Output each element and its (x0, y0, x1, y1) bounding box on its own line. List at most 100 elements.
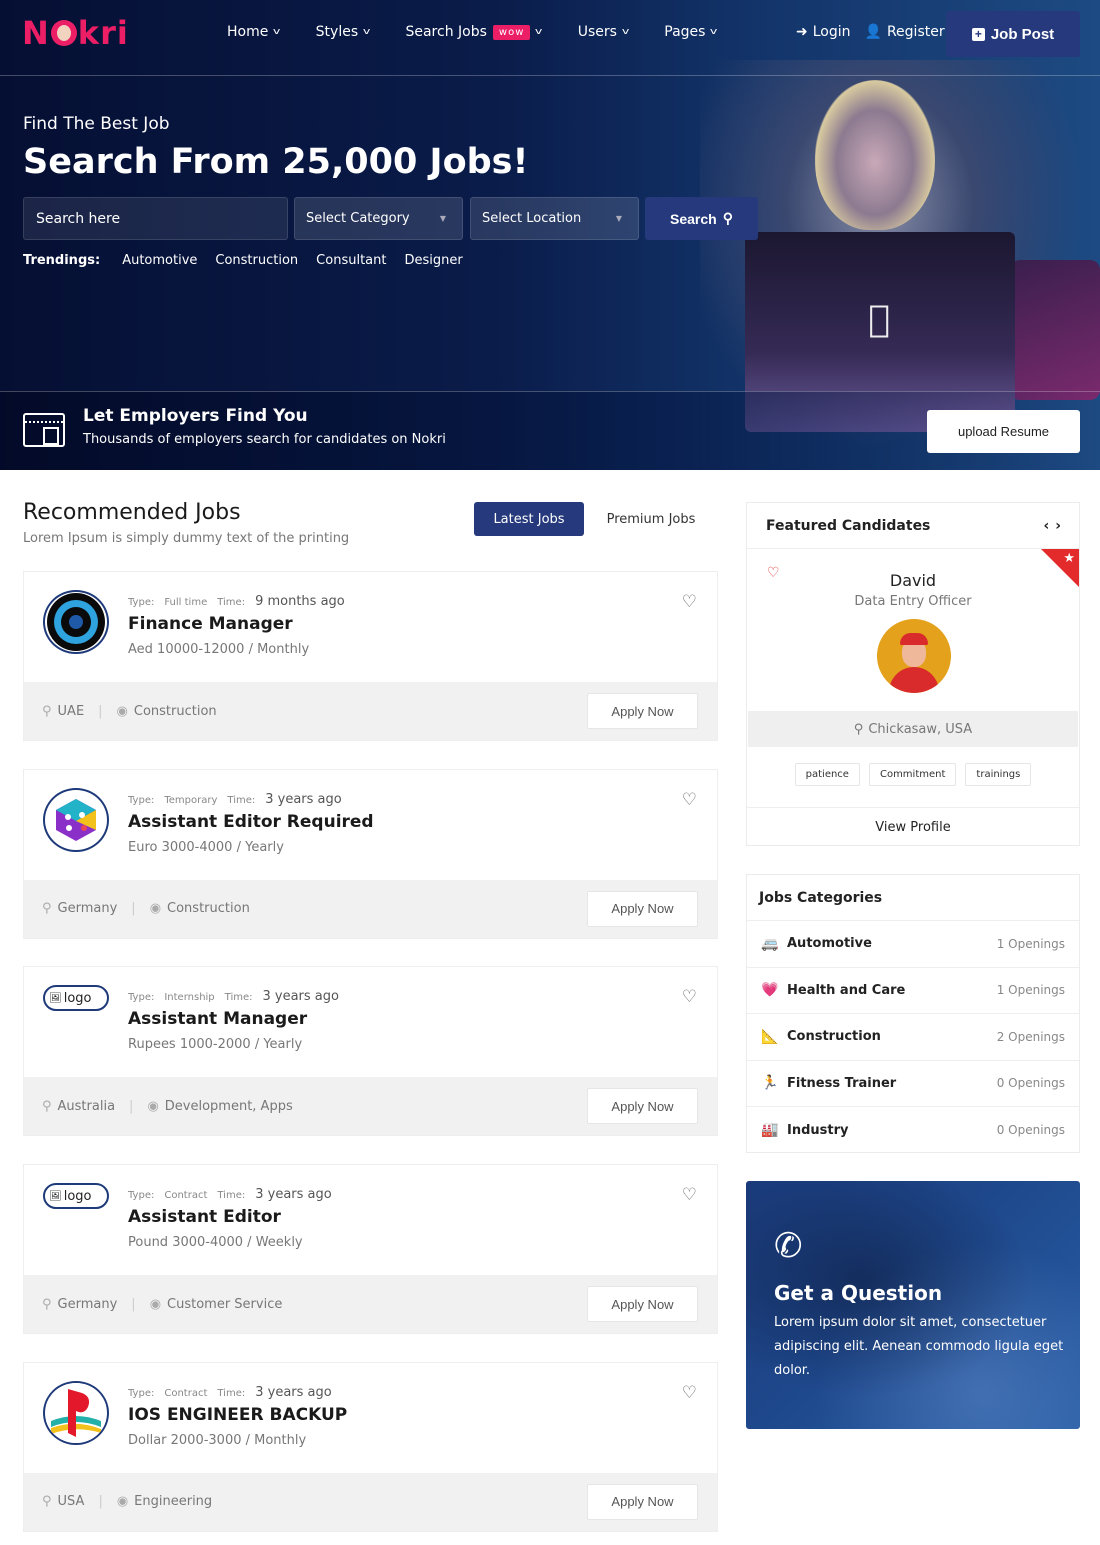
card-title: Featured Candidates (766, 517, 931, 534)
category-select-value: Select Category (306, 211, 410, 226)
target-icon: ◉ (149, 1296, 162, 1312)
caret-down-icon: ▼ (615, 214, 622, 223)
top-navbar: Nkri Home v Styles v Search Jobs wow v Users… (0, 0, 1100, 76)
nav-pages[interactable]: Pages v (664, 24, 718, 40)
job-meta: Type: Contract Time: 3 years ago (128, 1385, 332, 1400)
category-icon: 📐 (761, 1028, 779, 1045)
job-title[interactable]: Assistant Editor (128, 1207, 281, 1227)
job-title[interactable]: Assistant Editor Required (128, 812, 374, 832)
nav-label: Home (227, 24, 269, 40)
location-select[interactable]: Select Location ▼ (470, 197, 639, 240)
job-location: USA (57, 1494, 85, 1510)
trending-list: Trendings: Automotive Construction Consu… (23, 253, 463, 268)
job-title[interactable]: IOS ENGINEER BACKUP (128, 1405, 347, 1425)
job-card: Type: Full time Time: 9 months ago Finan… (23, 571, 718, 741)
job-category[interactable]: Customer Service (167, 1297, 282, 1312)
job-salary: Rupees 1000-2000 / Yearly (128, 1037, 303, 1053)
job-time: 3 years ago (265, 791, 342, 807)
trending-link[interactable]: Automotive (122, 253, 197, 268)
company-logo[interactable]: 🖼 logo (43, 1183, 109, 1210)
apply-now-button[interactable]: Apply Now (587, 693, 698, 729)
job-category[interactable]: Development, Apps (165, 1099, 293, 1114)
heart-icon[interactable]: ♡ (682, 592, 697, 612)
job-meta: Type: Contract Time: 3 years ago (128, 1187, 332, 1202)
employers-banner: Let Employers Find You Thousands of empl… (0, 391, 1100, 470)
chevron-left-icon[interactable]: ‹ (1043, 518, 1055, 534)
search-input[interactable]: Search here (23, 197, 288, 240)
company-logo[interactable] (43, 1380, 109, 1445)
category-name: Automotive (787, 936, 872, 952)
candidate-role: Data Entry Officer (854, 594, 972, 609)
skill-tag: patience (794, 763, 860, 786)
job-post-button[interactable]: + Job Post (946, 11, 1080, 57)
category-icon: 🚐 (761, 935, 779, 952)
target-icon: ◉ (147, 1098, 159, 1114)
job-title[interactable]: Finance Manager (128, 614, 293, 634)
heart-icon[interactable]: ♡ (682, 1383, 697, 1403)
nav-label: Search Jobs (405, 24, 487, 40)
heart-icon[interactable]: ♡ (682, 987, 697, 1007)
category-item[interactable]: 🏃 Fitness Trainer 0 Openings (747, 1061, 1079, 1107)
map-marker-icon: ⚲ (42, 703, 52, 719)
search-button[interactable]: Search ⚲ (645, 197, 758, 240)
trending-link[interactable]: Consultant (316, 253, 386, 268)
upload-resume-button[interactable]: upload Resume (927, 410, 1080, 453)
tab-premium-jobs[interactable]: Premium Jobs (592, 502, 710, 536)
category-item[interactable]: 🚐 Automotive 1 Openings (747, 921, 1079, 968)
time-label: Time: (217, 1387, 246, 1399)
tab-latest-jobs[interactable]: Latest Jobs (474, 502, 584, 536)
nav-search-jobs[interactable]: Search Jobs wow v (405, 24, 542, 40)
category-list: 🚐 Automotive 1 Openings 💗 Health and Care… (747, 921, 1079, 1154)
map-marker-icon: ⚲ (42, 1494, 52, 1510)
category-name: Construction (787, 1029, 881, 1045)
trending-link[interactable]: Designer (404, 253, 462, 268)
type-label: Type: (128, 794, 155, 806)
employers-description: Thousands of employers search for candid… (83, 432, 446, 447)
job-category[interactable]: Construction (134, 704, 217, 719)
category-item[interactable]: 🏭 Industry 0 Openings (747, 1107, 1079, 1154)
nav-home[interactable]: Home v (227, 24, 281, 40)
trending-link[interactable]: Construction (215, 253, 298, 268)
job-card: 🖼 logo Type: Contract Time: 3 years ago A… (23, 1164, 718, 1335)
carousel-arrows: ‹› (1043, 518, 1067, 534)
nav-styles[interactable]: Styles v (316, 24, 371, 40)
job-title[interactable]: Assistant Manager (128, 1009, 307, 1029)
target-icon: ◉ (116, 703, 128, 719)
job-location: Germany (57, 1296, 118, 1312)
apply-now-button[interactable]: Apply Now (587, 1088, 698, 1125)
chevron-right-icon[interactable]: › (1055, 518, 1067, 534)
apply-now-button[interactable]: Apply Now (587, 890, 698, 927)
category-item[interactable]: 💗 Health and Care 1 Openings (747, 968, 1079, 1014)
hero-person-image (815, 80, 935, 230)
candidate-name[interactable]: David (747, 571, 1079, 590)
heart-icon[interactable]: ♡ (682, 1185, 697, 1205)
brand-logo[interactable]: Nkri (22, 14, 129, 52)
hero-title: Search From 25,000 Jobs! (23, 142, 529, 182)
company-logo[interactable] (43, 590, 109, 654)
register-link[interactable]: 👤 Register (865, 24, 945, 40)
star-icon: ★ (1063, 551, 1075, 566)
login-link[interactable]: ➜ Login (796, 24, 851, 40)
job-card: 🖼 logo Type: Internship Time: 3 years ago… (23, 966, 718, 1137)
job-category[interactable]: Construction (167, 901, 250, 916)
map-marker-icon: ⚲ (853, 721, 864, 737)
target-icon: ◉ (116, 1494, 129, 1510)
candidate-avatar[interactable] (877, 619, 951, 693)
company-logo[interactable] (43, 787, 109, 852)
category-item[interactable]: 📐 Construction 2 Openings (747, 1014, 1079, 1061)
apply-now-button[interactable]: Apply Now (587, 1286, 698, 1323)
office-photo-background (746, 1181, 1080, 1429)
hero-section:  Nkri Homev Stylesv Search Jobswowv Use… (0, 0, 1100, 470)
category-select[interactable]: Select Category ▼ (294, 197, 463, 240)
view-profile-link[interactable]: View Profile (747, 807, 1079, 847)
divider: | (98, 1494, 103, 1510)
category-icon: 💗 (761, 982, 779, 999)
apply-now-button[interactable]: Apply Now (587, 1483, 698, 1520)
company-logo[interactable]: 🖼 logo (43, 985, 109, 1012)
nav-users[interactable]: Users v (578, 24, 630, 40)
job-category[interactable]: Engineering (134, 1494, 212, 1509)
job-footer: ⚲ Australia | ◉ Development, Apps Apply … (24, 1077, 717, 1136)
category-count: 1 Openings (996, 983, 1065, 998)
heart-icon[interactable]: ♡ (682, 790, 697, 810)
register-label: Register (886, 24, 945, 40)
